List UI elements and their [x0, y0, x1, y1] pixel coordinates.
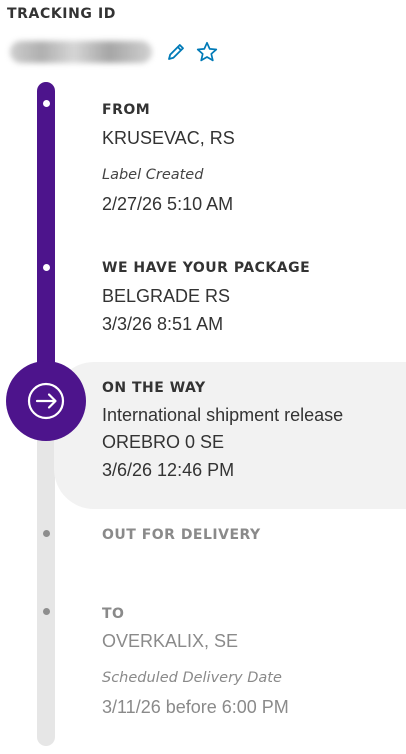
- step-out-for-delivery-title: OUT FOR DELIVERY: [102, 527, 261, 543]
- timeline-dot-pickup: [43, 264, 50, 271]
- step-to-title: TO: [102, 606, 125, 622]
- step-from-location: KRUSEVAC, RS: [102, 128, 235, 148]
- tracking-number-redacted: [10, 41, 152, 63]
- step-current-status: International shipment release: [102, 405, 344, 425]
- step-current-location: OREBRO 0 SE: [102, 432, 225, 452]
- timeline-dot-to: [43, 608, 50, 615]
- tracking-id-label: TRACKING ID: [7, 6, 117, 22]
- step-from-event-label: Label Created: [102, 167, 204, 183]
- step-current-title: ON THE WAY: [102, 380, 206, 396]
- step-to-event-label: Scheduled Delivery Date: [102, 670, 282, 686]
- step-pickup-datetime: 3/3/26 8:51 AM: [102, 314, 224, 334]
- current-step-marker: [6, 361, 86, 441]
- step-pickup-location: BELGRADE RS: [102, 286, 231, 306]
- arrow-right-icon: [27, 382, 65, 420]
- pencil-icon[interactable]: [164, 40, 188, 64]
- step-to-datetime: 3/11/26 before 6:00 PM: [102, 697, 289, 717]
- timeline-dot-out-for-delivery: [43, 530, 50, 537]
- step-from-datetime: 2/27/26 5:10 AM: [102, 194, 234, 214]
- step-pickup-title: WE HAVE YOUR PACKAGE: [102, 260, 311, 276]
- step-from-title: FROM: [102, 102, 151, 118]
- step-current-datetime: 3/6/26 12:46 PM: [102, 460, 235, 480]
- step-to-location: OVERKALIX, SE: [102, 631, 239, 651]
- timeline-progress: [37, 82, 55, 382]
- star-icon[interactable]: [195, 40, 219, 64]
- timeline-dot-from: [43, 100, 50, 107]
